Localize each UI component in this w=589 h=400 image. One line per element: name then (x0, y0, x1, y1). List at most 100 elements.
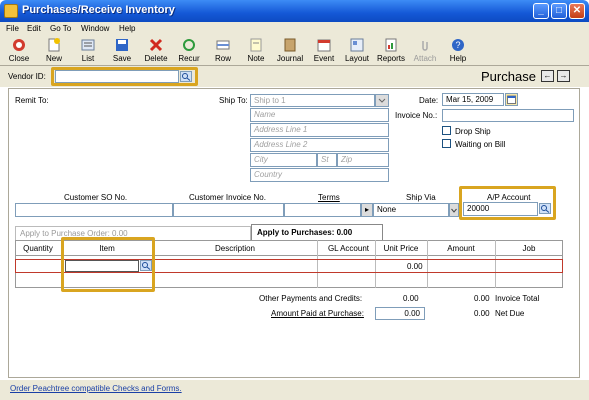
previous-record-button[interactable]: ← (541, 70, 554, 82)
note-icon (250, 38, 262, 52)
close-icon (13, 39, 25, 51)
waiting-on-bill-checkbox[interactable] (442, 139, 451, 148)
recur-button[interactable]: Recur (176, 38, 202, 63)
ship-to-dropdown-button[interactable] (375, 94, 389, 107)
vendor-id-input[interactable] (55, 70, 179, 83)
row-button[interactable]: Row (210, 38, 236, 63)
menu-bar: File Edit Go To Window Help (0, 22, 589, 37)
reports-button[interactable]: Reports (375, 38, 407, 63)
ap-account-input[interactable]: 20000 (463, 202, 538, 216)
waiting-on-bill-label: Waiting on Bill (455, 140, 506, 149)
event-button[interactable]: Event (312, 38, 336, 63)
ship-to-city[interactable]: City (250, 153, 317, 167)
grid-header-item: Item (99, 244, 115, 253)
minimize-button[interactable]: _ (533, 3, 549, 19)
next-record-button[interactable]: → (557, 70, 570, 82)
other-payments-label: Other Payments and Credits: (259, 294, 363, 303)
item-input[interactable] (65, 260, 139, 272)
menu-edit[interactable]: Edit (27, 24, 41, 33)
menu-window[interactable]: Window (81, 24, 109, 33)
ship-to-select[interactable]: Ship to 1 (250, 94, 375, 107)
chevron-down-icon (378, 98, 386, 103)
ap-account-header: A/P Account (487, 193, 531, 202)
ship-via-select[interactable]: None (373, 203, 449, 217)
customer-invoice-input[interactable] (173, 203, 284, 217)
ship-to-address2[interactable]: Address Line 2 (250, 138, 389, 152)
search-icon (142, 262, 151, 270)
ap-account-lookup-button[interactable] (539, 203, 551, 214)
terms-arrow-button[interactable]: ▸ (361, 203, 373, 217)
vendor-id-label: Vendor ID: (8, 72, 46, 81)
drop-ship-label: Drop Ship (455, 127, 491, 136)
row-unit-price: 0.00 (407, 262, 423, 271)
app-icon (4, 4, 18, 18)
customer-so-input[interactable] (15, 203, 173, 217)
list-icon (81, 39, 95, 51)
terms-input[interactable] (284, 203, 361, 217)
customer-invoice-header: Customer Invoice No. (189, 193, 266, 202)
help-icon: ? (452, 39, 464, 51)
drop-ship-checkbox[interactable] (442, 126, 451, 135)
attach-icon (422, 41, 428, 51)
customer-so-header: Customer SO No. (64, 193, 128, 202)
vendor-lookup-button[interactable] (180, 71, 192, 82)
journal-button[interactable]: Journal (276, 38, 304, 63)
save-icon (116, 39, 128, 51)
attach-button[interactable]: Attach (412, 38, 438, 63)
layout-icon (350, 38, 364, 52)
svg-text:?: ? (455, 40, 460, 50)
ship-to-state[interactable]: St (317, 153, 337, 167)
invoice-total-value: 0.00 (474, 294, 490, 303)
new-button[interactable]: New (42, 38, 66, 63)
item-lookup-button[interactable] (140, 260, 152, 271)
tab-apply-to-purchases[interactable]: Apply to Purchases: 0.00 (251, 224, 383, 240)
menu-file[interactable]: File (6, 24, 19, 33)
date-label: Date: (419, 96, 439, 105)
invoice-no-label: Invoice No.: (395, 111, 438, 120)
ship-via-header: Ship Via (406, 193, 436, 202)
grid-header-job: Job (522, 244, 536, 253)
ship-to-label: Ship To: (219, 96, 248, 105)
list-button[interactable]: List (78, 38, 98, 63)
grid-header-gl-account: GL Account (327, 244, 369, 253)
arrow-right-icon: ▸ (364, 205, 369, 214)
invoice-total-label: Invoice Total (495, 294, 540, 303)
note-button[interactable]: Note (246, 38, 266, 63)
ship-to-zip[interactable]: Zip (337, 153, 389, 167)
ship-via-dropdown-button[interactable] (449, 203, 459, 217)
net-due-value: 0.00 (474, 309, 490, 318)
form-title: Purchase (481, 69, 536, 84)
purchase-form-panel: Remit To: Ship To: Ship to 1 Name Addres… (8, 88, 580, 378)
date-field[interactable]: Mar 15, 2009 (442, 93, 504, 106)
delete-icon (149, 38, 163, 52)
amount-paid-label: Amount Paid at Purchase: (271, 309, 364, 318)
other-payments-value: 0.00 (403, 294, 419, 303)
layout-button[interactable]: Layout (342, 38, 372, 63)
calendar-button[interactable] (505, 93, 518, 106)
footer-bar: Order Peachtree compatible Checks and Fo… (0, 380, 589, 400)
close-window-button[interactable]: ✕ (569, 3, 585, 19)
ship-to-name[interactable]: Name (250, 108, 389, 122)
grid-header-amount: Amount (447, 244, 475, 253)
help-button[interactable]: ? Help (448, 38, 468, 63)
toolbar: Close New List Save Delete Recur Row Not… (0, 37, 589, 66)
delete-button[interactable]: Delete (142, 38, 170, 63)
save-button[interactable]: Save (110, 38, 134, 63)
maximize-button[interactable]: □ (551, 3, 567, 19)
tab-apply-to-purchase-order[interactable]: Apply to Purchase Order: 0.00 (15, 226, 251, 240)
menu-help[interactable]: Help (119, 24, 135, 33)
close-button[interactable]: Close (6, 38, 32, 63)
event-icon (317, 39, 331, 52)
amount-paid-input[interactable]: 0.00 (375, 307, 425, 320)
order-checks-link[interactable]: Order Peachtree compatible Checks and Fo… (10, 384, 182, 393)
terms-header: Terms (318, 193, 340, 202)
ship-to-address1[interactable]: Address Line 1 (250, 123, 389, 137)
reports-icon (385, 38, 397, 52)
grid-header-unit-price: Unit Price (383, 244, 419, 253)
menu-goto[interactable]: Go To (50, 24, 71, 33)
calendar-icon (507, 95, 516, 104)
ship-to-country[interactable]: Country (250, 168, 389, 182)
chevron-down-icon (451, 208, 457, 213)
recur-icon (183, 39, 195, 51)
invoice-no-input[interactable] (442, 109, 574, 122)
